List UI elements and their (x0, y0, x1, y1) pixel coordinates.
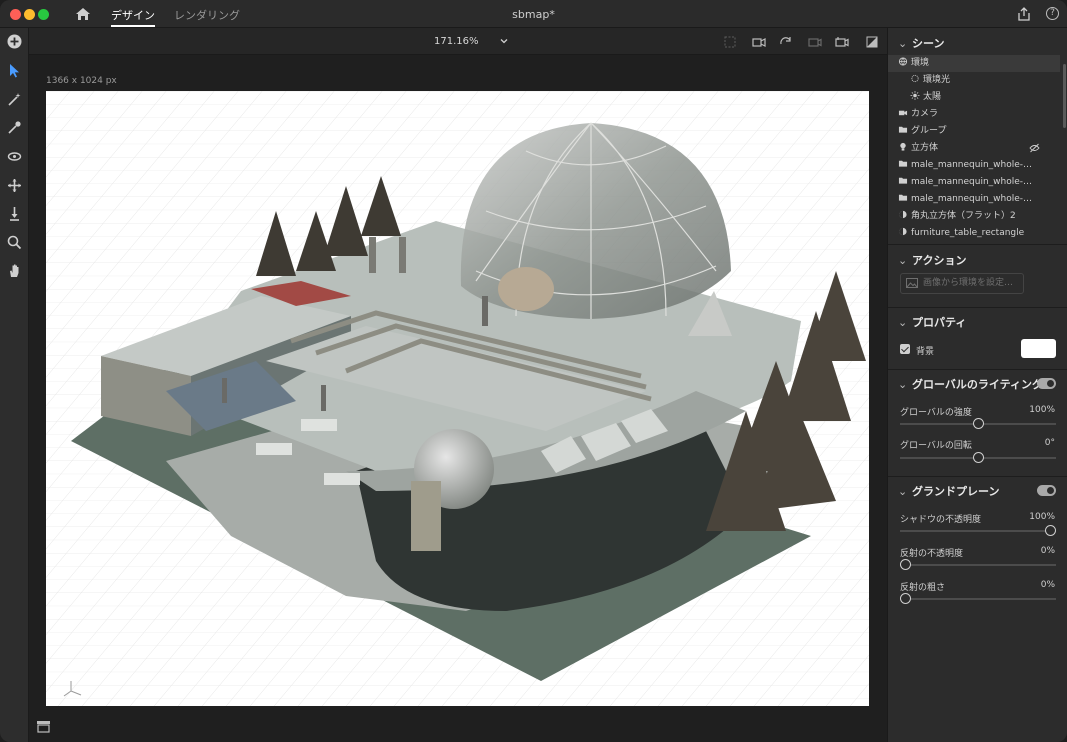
background-checkbox[interactable] (900, 344, 910, 354)
library-icon[interactable] (36, 720, 51, 733)
material-icon (899, 210, 907, 219)
slider-knob[interactable] (972, 418, 984, 429)
share-icon[interactable] (1016, 6, 1032, 22)
camera-bookmark-icon[interactable] (808, 35, 822, 49)
reflection-opacity-label: 反射の不透明度 (900, 549, 964, 559)
eyedropper-icon[interactable] (6, 119, 23, 136)
ambient-light-icon (911, 74, 919, 83)
scene-render (46, 91, 869, 706)
add-icon[interactable] (6, 33, 23, 50)
slider-knob[interactable] (972, 452, 984, 463)
chevron-down-icon[interactable] (499, 36, 509, 46)
set-environment-from-image-button[interactable]: 画像から環境を設定… (900, 273, 1024, 294)
background-label: 背景 (916, 347, 935, 357)
scene-scrollbar[interactable] (1063, 64, 1066, 128)
chevron-down-icon: ⌄ (898, 485, 908, 498)
folder-icon (898, 177, 908, 184)
global-intensity-label: グローバルの強度 (900, 408, 972, 418)
global-rotation-label: グローバルの回転 (900, 441, 972, 451)
material-icon (899, 227, 907, 236)
scene-item-mannequin-1[interactable]: male_mannequin_whole-… (888, 157, 1060, 174)
sun-icon (910, 91, 920, 100)
zoom-level[interactable]: 171.16% (434, 36, 479, 47)
reflection-opacity-value: 0% (1040, 546, 1055, 556)
slider-knob[interactable] (900, 559, 911, 570)
shadow-opacity-value: 100% (1029, 512, 1055, 522)
ground-plane-section-header[interactable]: ⌄ グランドプレーン (898, 483, 999, 499)
reflection-roughness-label: 反射の粗さ (900, 583, 946, 593)
help-icon[interactable]: ? (1046, 7, 1059, 20)
light-object-icon (900, 142, 906, 151)
camera-add-icon[interactable] (835, 35, 849, 49)
properties-panel: ⌄ シーン 環境 環境光 太陽 カメラ グループ 立方体 male_mannequ… (887, 28, 1067, 742)
global-rotation-slider[interactable] (900, 452, 1056, 463)
slider-knob[interactable] (900, 593, 911, 604)
global-lighting-toggle[interactable] (1037, 378, 1056, 389)
global-lighting-section-header[interactable]: ⌄ グローバルのライティング (898, 376, 1043, 392)
folder-icon (898, 126, 908, 133)
orbit-icon[interactable] (6, 148, 23, 165)
reflection-roughness-slider[interactable] (900, 593, 1056, 604)
chevron-down-icon: ⌄ (898, 316, 908, 329)
document-title: sbmap* (512, 8, 555, 21)
chevron-down-icon: ⌄ (898, 378, 908, 391)
frame-icon[interactable] (723, 35, 737, 49)
3d-viewport[interactable] (46, 91, 869, 706)
scene-section-header[interactable]: ⌄ シーン (898, 35, 944, 51)
properties-section-header[interactable]: ⌄ プロパティ (898, 314, 966, 330)
folder-icon (898, 160, 908, 167)
folder-icon (898, 194, 908, 201)
globe-icon (898, 57, 908, 66)
title-bar: デザイン レンダリング sbmap* ? (0, 0, 1067, 28)
canvas-toolbar: 171.16% (29, 28, 887, 55)
scene-item-camera[interactable]: カメラ (888, 106, 1060, 123)
slider-knob[interactable] (1045, 525, 1056, 536)
divider (888, 369, 1067, 370)
canvas-area: 171.16% 1366 x 1024 px (29, 28, 887, 742)
visibility-off-icon[interactable] (1029, 143, 1040, 153)
app-window: デザイン レンダリング sbmap* ? 171.16% 1366 x 1024… (0, 0, 1067, 742)
camera-icon (898, 110, 908, 116)
image-icon (906, 278, 918, 288)
camera-view-icon[interactable] (752, 35, 766, 49)
global-rotation-value: 0° (1044, 438, 1055, 448)
magic-wand-icon[interactable] (6, 91, 23, 108)
scene-item-mannequin-2[interactable]: male_mannequin_whole-… (888, 174, 1060, 191)
dolly-icon[interactable] (6, 205, 23, 222)
hand-icon[interactable] (6, 262, 23, 279)
divider (888, 476, 1067, 477)
background-color-swatch[interactable] (1021, 339, 1056, 358)
chevron-down-icon: ⌄ (898, 37, 908, 50)
shadow-opacity-label: シャドウの不透明度 (900, 515, 982, 525)
shadow-opacity-slider[interactable] (900, 525, 1056, 536)
scene-item-table[interactable]: furniture_table_rectangle (888, 225, 1060, 242)
zoom-icon[interactable] (6, 234, 23, 251)
divider (888, 307, 1067, 308)
scene-item-mannequin-3[interactable]: male_mannequin_whole-… (888, 191, 1060, 208)
ground-plane-toggle[interactable] (1037, 485, 1056, 496)
reflection-roughness-value: 0% (1040, 580, 1055, 590)
chevron-down-icon: ⌄ (898, 254, 908, 267)
scene-item-environment[interactable]: 環境 (888, 55, 1060, 72)
divider (888, 244, 1067, 245)
left-toolbar (0, 28, 29, 742)
scene-item-rounded-cube[interactable]: 角丸立方体（フラット）2 (888, 208, 1060, 225)
actions-section-header[interactable]: ⌄ アクション (898, 252, 966, 268)
global-intensity-slider[interactable] (900, 418, 1056, 429)
reflection-opacity-slider[interactable] (900, 559, 1056, 570)
global-intensity-value: 100% (1029, 405, 1055, 415)
artboard-size-label: 1366 x 1024 px (46, 76, 117, 86)
scene-item-cube[interactable]: 立方体 (888, 140, 1060, 157)
render-preview-icon[interactable] (865, 35, 879, 49)
select-arrow-icon[interactable] (6, 62, 23, 79)
scene-item-sun[interactable]: 太陽 (888, 89, 1060, 106)
pan-move-icon[interactable] (6, 177, 23, 194)
scene-item-group[interactable]: グループ (888, 123, 1060, 140)
camera-rotate-icon[interactable] (779, 35, 793, 49)
scene-item-ambient-light[interactable]: 環境光 (888, 72, 1060, 89)
